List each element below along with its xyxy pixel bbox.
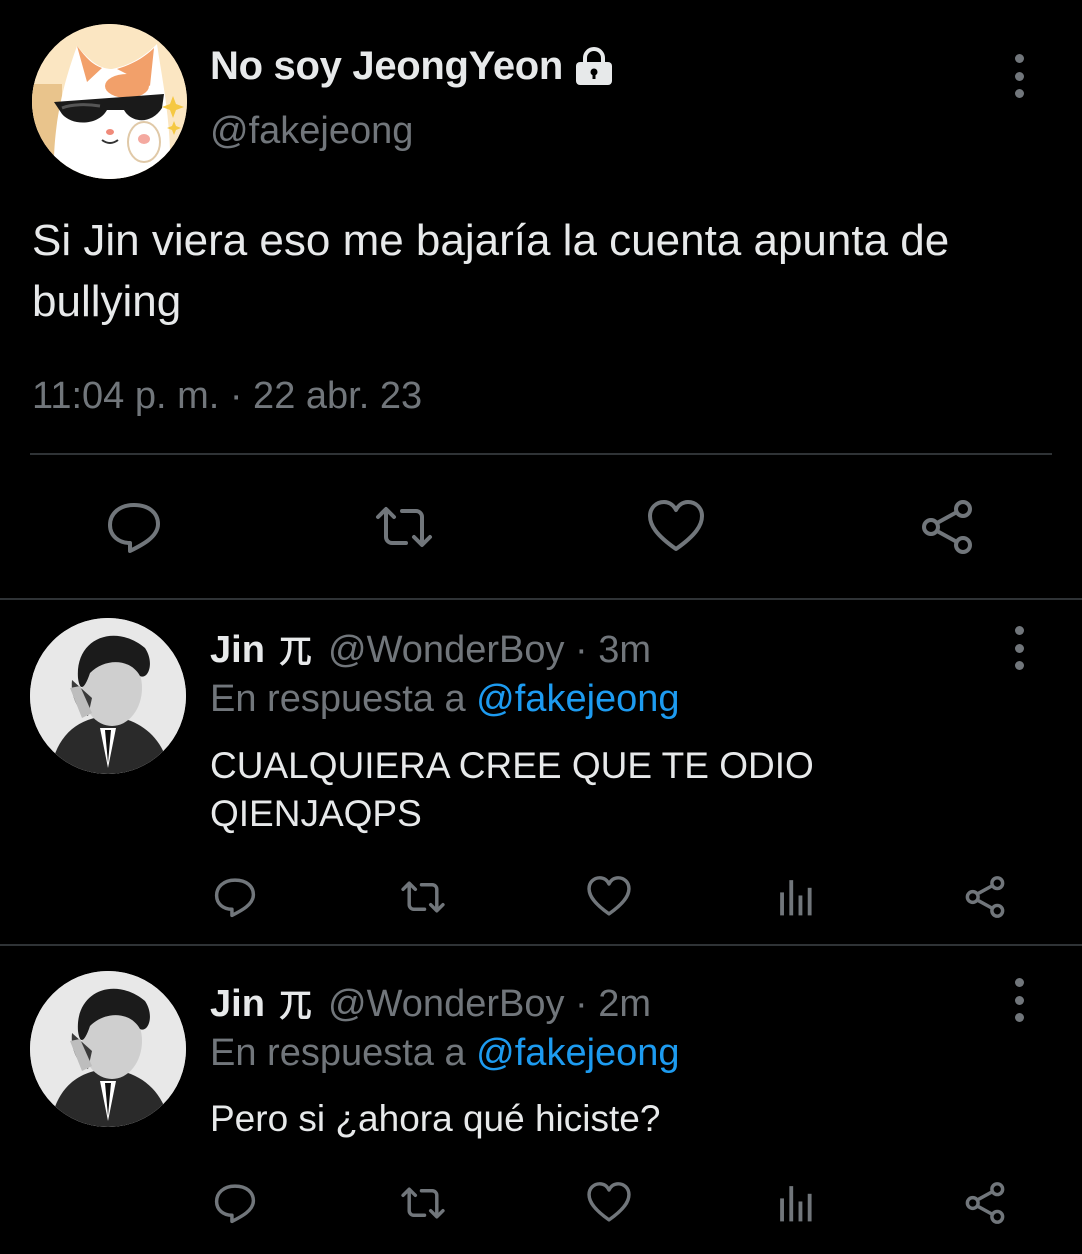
name-badge: ⺎ (279, 633, 312, 669)
reply-text: CUALQUIERA CREE QUE TE ODIO QIENJAQPS (210, 742, 1030, 838)
avatar[interactable] (30, 971, 186, 1127)
reply-text-line: QIENJAQPS (210, 793, 422, 834)
views-icon[interactable] (774, 1180, 820, 1226)
divider (0, 598, 1082, 600)
reply-author-name[interactable]: Jin (210, 629, 265, 671)
share-icon[interactable] (962, 874, 1008, 920)
reply-icon[interactable] (104, 497, 164, 557)
retweet-icon[interactable] (374, 497, 434, 557)
avatar[interactable] (30, 618, 186, 774)
reply-author-name[interactable]: Jin (210, 983, 265, 1025)
retweet-icon[interactable] (400, 1180, 446, 1226)
reply-text: Pero si ¿ahora qué hiciste? (210, 1095, 1030, 1143)
like-icon[interactable] (586, 1180, 632, 1226)
reply-prefix: En respuesta a (210, 678, 477, 720)
separator: · (564, 983, 599, 1025)
reply-text-line: CUALQUIERA CREE QUE TE ODIO (210, 745, 814, 786)
views-icon[interactable] (774, 874, 820, 920)
user-handle[interactable]: @fakejeong (210, 110, 413, 153)
more-icon[interactable] (1009, 626, 1029, 670)
reply-header: Jin ⺎ @WonderBoy · 3m (210, 626, 651, 672)
avatar[interactable] (32, 24, 187, 179)
reply-author-handle[interactable]: @WonderBoy (328, 983, 564, 1025)
reply-header: Jin ⺎ @WonderBoy · 2m (210, 980, 651, 1026)
tweet-text: Si Jin viera eso me bajaría la cuenta ap… (32, 216, 950, 326)
more-icon[interactable] (1009, 978, 1029, 1022)
divider (0, 944, 1082, 946)
retweet-icon[interactable] (400, 874, 446, 920)
reply-author-handle[interactable]: @WonderBoy (328, 629, 564, 671)
separator: · (564, 629, 599, 671)
share-icon[interactable] (962, 1180, 1008, 1226)
reply-text-line: Pero si ¿ahora qué hiciste? (210, 1098, 661, 1139)
reply-context: En respuesta a @fakejeong (210, 678, 680, 721)
mention-link[interactable]: @fakejeong (476, 678, 679, 720)
tweet-thread: No soy JeongYeon @fakejeong Si Jin viera… (0, 0, 1082, 1254)
like-icon[interactable] (586, 874, 632, 920)
mention-link[interactable]: @fakejeong (476, 1032, 679, 1074)
reply-time[interactable]: 2m (598, 983, 651, 1025)
divider (30, 453, 1052, 455)
like-icon[interactable] (646, 497, 706, 557)
tweet-timestamp[interactable]: 11:04 p. m. · 22 abr. 23 (32, 375, 422, 418)
reply-icon[interactable] (212, 1180, 258, 1226)
display-name[interactable]: No soy JeongYeon (210, 44, 615, 89)
share-icon[interactable] (917, 497, 977, 557)
lock-icon (573, 46, 615, 87)
reply-prefix: En respuesta a (210, 1032, 477, 1074)
more-icon[interactable] (1009, 54, 1029, 98)
reply-icon[interactable] (212, 874, 258, 920)
display-name-text[interactable]: No soy JeongYeon (210, 44, 563, 89)
reply-time[interactable]: 3m (598, 629, 651, 671)
name-badge: ⺎ (279, 987, 312, 1023)
reply-context: En respuesta a @fakejeong (210, 1032, 680, 1075)
